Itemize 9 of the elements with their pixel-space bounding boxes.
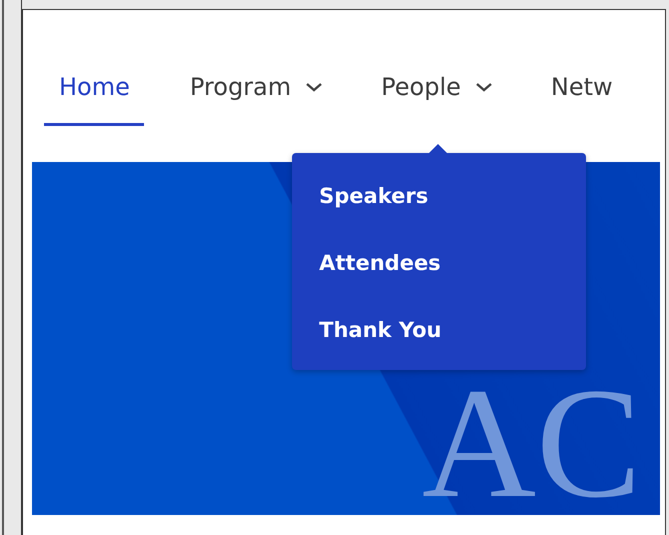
hero-title: AC xyxy=(422,369,642,515)
menu-item[interactable]: Thank You xyxy=(292,313,442,348)
menu-item[interactable]: Attendees xyxy=(292,246,441,281)
nav-link[interactable]: Home xyxy=(59,72,130,102)
chevron-down-icon xyxy=(474,81,493,93)
menu-item[interactable]: Speakers xyxy=(292,179,428,214)
chevron-down-icon xyxy=(305,81,324,93)
nav-link[interactable]: Program xyxy=(190,72,324,102)
nav-link[interactable]: Netw xyxy=(550,72,613,102)
